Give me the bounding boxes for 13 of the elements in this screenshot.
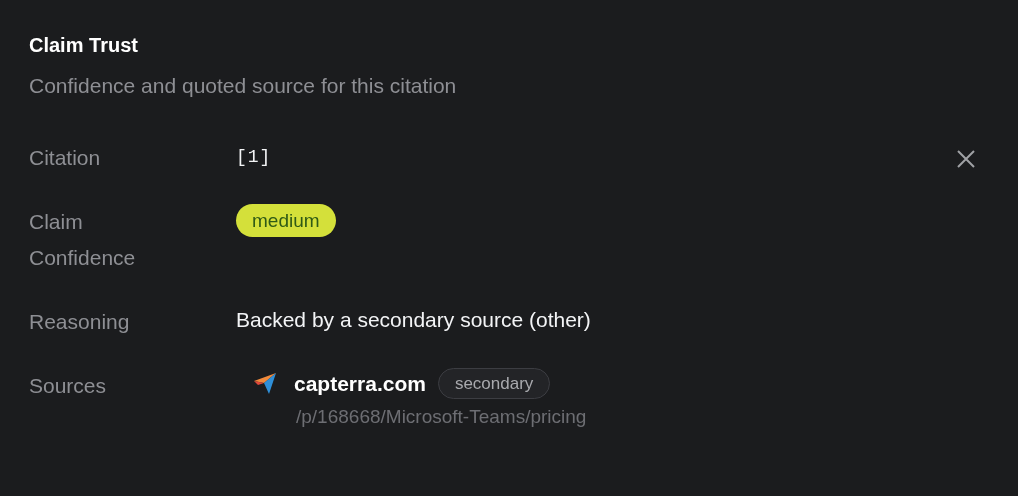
source-domain: capterra.com bbox=[294, 370, 426, 397]
source-path: /p/168668/Microsoft-Teams/pricing bbox=[295, 405, 587, 429]
field-label: Citation bbox=[29, 144, 102, 171]
dialog-subtitle: Confidence and quoted source for this citation bbox=[29, 73, 458, 99]
source-tag: secondary bbox=[437, 367, 551, 399]
citation-number: [1] bbox=[236, 145, 272, 169]
field-label: Reasoning bbox=[29, 308, 131, 335]
confidence-badge: medium bbox=[236, 203, 336, 238]
close-icon bbox=[956, 149, 976, 169]
field-label: Claim Confidence bbox=[29, 208, 137, 271]
reasoning-text: Backed by a secondary source (other) bbox=[236, 306, 591, 333]
field-label: Sources bbox=[29, 372, 108, 399]
dialog-title: Claim Trust bbox=[29, 33, 139, 58]
